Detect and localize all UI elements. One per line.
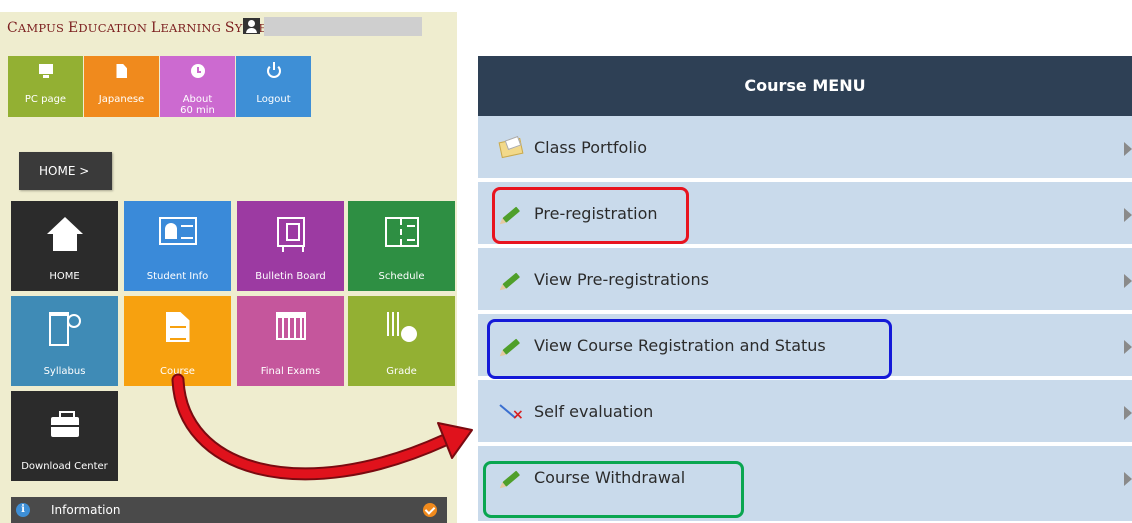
monitor-icon xyxy=(38,64,53,78)
menu-item-label: Class Portfolio xyxy=(534,138,647,157)
notebook-icon xyxy=(384,217,419,247)
tile-label: Schedule xyxy=(378,271,425,282)
highlight-view-course-registration xyxy=(487,319,892,379)
menu-item-label: Self evaluation xyxy=(534,402,654,421)
board-icon xyxy=(276,217,305,252)
system-header: CAMPUS EDUCATION LEARNING SYSTEM xyxy=(0,12,434,42)
session-time-label: About 60 min xyxy=(180,94,215,116)
course-menu-panel: Course MENU Class Portfolio Pre-registra… xyxy=(478,56,1132,523)
pencil-icon xyxy=(496,265,527,296)
briefcase-icon xyxy=(50,411,79,437)
home-breadcrumb[interactable]: HOME > xyxy=(19,152,112,190)
chevron-right-icon xyxy=(1124,472,1132,486)
page-icon xyxy=(165,312,190,342)
chevron-right-icon xyxy=(1124,406,1132,420)
evaluation-icon xyxy=(500,402,524,422)
system-title: CAMPUS EDUCATION LEARNING SYSTEM xyxy=(7,20,279,36)
calendar-icon xyxy=(275,312,306,340)
chevron-right-icon xyxy=(1124,340,1132,354)
portal-home-panel: CAMPUS EDUCATION LEARNING SYSTEM PC page… xyxy=(0,12,457,523)
highlight-pre-registration xyxy=(492,187,689,244)
check-icon[interactable] xyxy=(423,503,437,517)
power-icon xyxy=(266,62,281,78)
japanese-label: Japanese xyxy=(98,94,145,105)
pc-page-button[interactable]: PC page xyxy=(8,56,83,117)
menu-item-self-evaluation[interactable]: Self evaluation xyxy=(478,380,1132,444)
tile-student-info[interactable]: Student Info xyxy=(124,201,231,291)
session-time-button[interactable]: About 60 min xyxy=(160,56,235,117)
logout-button[interactable]: Logout xyxy=(236,56,311,117)
tile-syllabus[interactable]: Syllabus xyxy=(11,296,118,386)
japanese-button[interactable]: Japanese xyxy=(84,56,159,117)
user-icon xyxy=(243,18,260,34)
folder-icon xyxy=(500,138,524,158)
tile-final-exams[interactable]: Final Exams xyxy=(237,296,344,386)
clock-icon xyxy=(190,64,205,78)
tile-label: Download Center xyxy=(21,461,108,472)
chevron-right-icon xyxy=(1124,274,1132,288)
pc-page-label: PC page xyxy=(24,94,67,105)
tile-schedule[interactable]: Schedule xyxy=(348,201,455,291)
tile-course[interactable]: Course xyxy=(124,296,231,386)
chevron-right-icon xyxy=(1124,208,1132,222)
tile-home[interactable]: HOME xyxy=(11,201,118,291)
tile-label: HOME xyxy=(49,271,80,282)
document-icon xyxy=(116,64,127,78)
tile-download-center[interactable]: Download Center xyxy=(11,391,118,481)
books-icon xyxy=(48,312,81,346)
chevron-right-icon xyxy=(1124,142,1132,156)
tile-bulletin-board[interactable]: Bulletin Board xyxy=(237,201,344,291)
information-bar[interactable]: i Information xyxy=(11,497,447,523)
tile-label: Final Exams xyxy=(260,366,321,377)
tile-grade[interactable]: Grade xyxy=(348,296,455,386)
tile-label: Bulletin Board xyxy=(255,271,326,282)
tile-label: Course xyxy=(160,366,195,377)
tile-label: Syllabus xyxy=(43,366,86,377)
chart-icon xyxy=(385,312,419,344)
menu-item-class-portfolio[interactable]: Class Portfolio xyxy=(478,116,1132,180)
information-label: Information xyxy=(51,503,121,517)
logout-label: Logout xyxy=(256,94,291,105)
tile-label: Grade xyxy=(386,366,417,377)
highlight-course-withdrawal xyxy=(483,461,744,518)
id-card-icon xyxy=(158,217,197,245)
info-icon: i xyxy=(16,503,30,517)
course-menu-title: Course MENU xyxy=(478,56,1132,116)
menu-item-label: View Pre-registrations xyxy=(534,270,709,289)
menu-item-view-pre-registrations[interactable]: View Pre-registrations xyxy=(478,248,1132,312)
house-icon xyxy=(46,217,83,253)
tile-label: Student Info xyxy=(146,271,209,282)
user-name-field xyxy=(264,17,422,36)
screenshot-stage: CAMPUS EDUCATION LEARNING SYSTEM PC page… xyxy=(0,0,1132,523)
